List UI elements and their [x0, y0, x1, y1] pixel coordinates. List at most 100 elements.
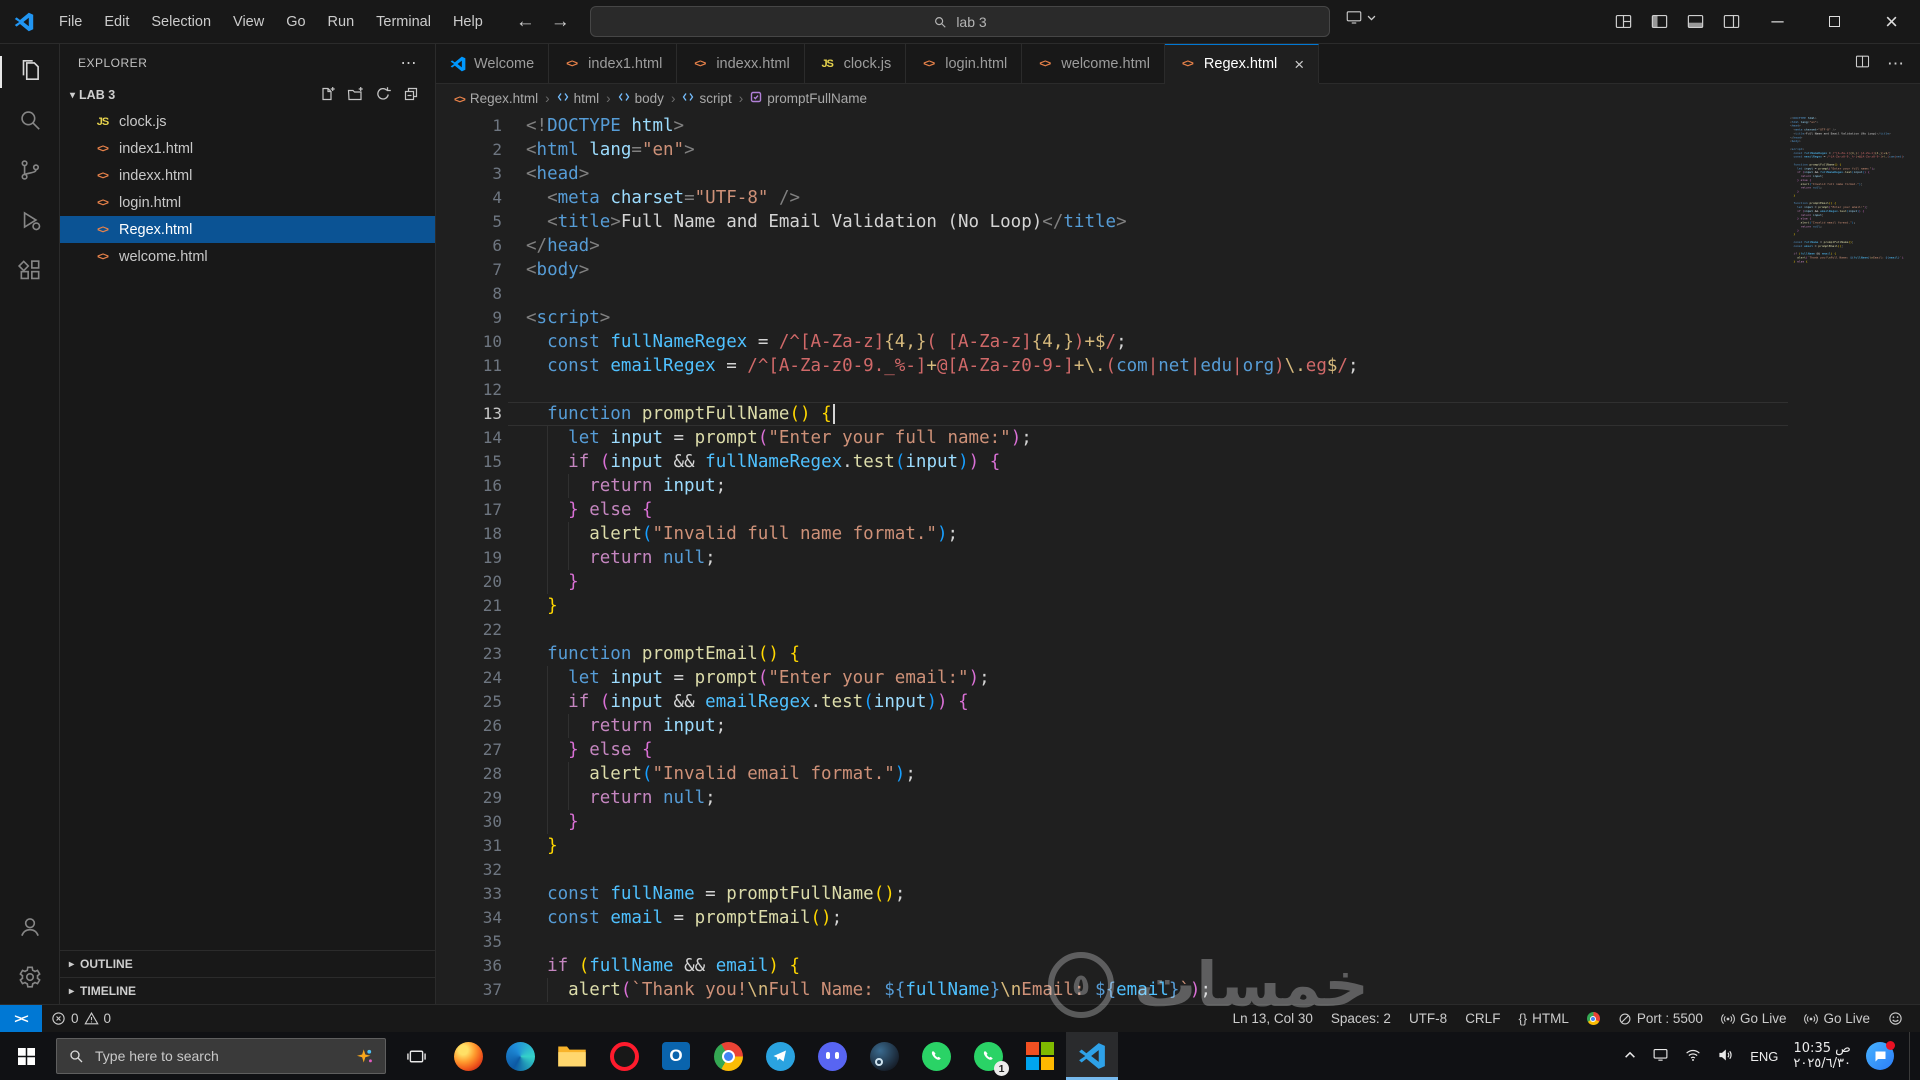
file-item-index1.html[interactable]: <> index1.html	[60, 135, 435, 162]
activitybar-run-and-debug[interactable]	[0, 197, 59, 247]
code-line-32[interactable]: 32	[436, 858, 1788, 882]
status-language-mode[interactable]: {} HTML	[1509, 1005, 1577, 1032]
code-line-38[interactable]: 38 } else {	[436, 1002, 1788, 1004]
refresh-icon[interactable]	[375, 86, 391, 105]
show-desktop-strip[interactable]	[1909, 1032, 1914, 1080]
wifi-icon[interactable]	[1684, 1046, 1702, 1067]
language-indicator[interactable]: ENG	[1750, 1049, 1778, 1064]
workspace-section-header[interactable]: ▾ LAB 3	[60, 82, 435, 108]
toggle-secondary-sidebar-icon[interactable]	[1713, 0, 1749, 43]
activitybar-search[interactable]	[0, 97, 59, 147]
close-button[interactable]: ×	[1863, 0, 1920, 43]
code-line-3[interactable]: 3 <head>	[436, 162, 1788, 186]
menu-file[interactable]: File	[48, 0, 93, 43]
collapse-all-icon[interactable]	[403, 86, 419, 105]
outline-panel-header[interactable]: ▸ OUTLINE	[60, 950, 435, 977]
breadcrumb-item-body[interactable]: body	[618, 91, 664, 106]
status-eol[interactable]: CRLF	[1456, 1005, 1509, 1032]
activitybar-accounts[interactable]	[0, 904, 59, 954]
taskbar-app-telegram[interactable]	[754, 1032, 806, 1080]
status-live-server-port[interactable]: Port : 5500	[1609, 1005, 1712, 1032]
code-line-36[interactable]: 36 if (fullName && email) {	[436, 954, 1788, 978]
taskbar-app-vscode[interactable]	[1066, 1032, 1118, 1080]
menu-terminal[interactable]: Terminal	[365, 0, 442, 43]
customize-layout-icon[interactable]	[1605, 0, 1641, 43]
breadcrumb-item-script[interactable]: script	[682, 91, 732, 106]
menu-selection[interactable]: Selection	[140, 0, 222, 43]
task-view-button[interactable]	[390, 1032, 442, 1080]
volume-icon[interactable]	[1717, 1046, 1735, 1067]
code-line-31[interactable]: 31 }	[436, 834, 1788, 858]
toggle-panel-icon[interactable]	[1677, 0, 1713, 43]
new-folder-icon[interactable]	[347, 86, 363, 105]
code-line-22[interactable]: 22	[436, 618, 1788, 642]
timeline-panel-header[interactable]: ▸ TIMELINE	[60, 977, 435, 1004]
explorer-more-actions-icon[interactable]: ⋯	[401, 53, 418, 73]
code-editor[interactable]: 1 <!DOCTYPE html> 2 <html lang="en"> 3 <head>…	[436, 112, 1920, 1004]
code-line-8[interactable]: 8	[436, 282, 1788, 306]
remote-indicator[interactable]: ><	[0, 1005, 42, 1032]
tab-clock.js[interactable]: JS clock.js	[804, 44, 907, 83]
code-line-34[interactable]: 34 const email = promptEmail();	[436, 906, 1788, 930]
code-line-9[interactable]: 9 <script>	[436, 306, 1788, 330]
split-editor-icon[interactable]	[1854, 53, 1871, 75]
code-line-29[interactable]: 29 return null;	[436, 786, 1788, 810]
code-line-30[interactable]: 30 }	[436, 810, 1788, 834]
code-line-18[interactable]: 18 alert("Invalid full name format.");	[436, 522, 1788, 546]
file-item-login.html[interactable]: <> login.html	[60, 189, 435, 216]
activitybar-extensions[interactable]	[0, 247, 59, 297]
back-arrow-icon[interactable]: ←	[516, 11, 535, 33]
code-line-7[interactable]: 7 <body>	[436, 258, 1788, 282]
maximize-button[interactable]	[1806, 0, 1863, 43]
status-go-live-2[interactable]: Go Live	[1795, 1005, 1879, 1032]
tab-welcome.html[interactable]: <> welcome.html	[1022, 44, 1165, 83]
activitybar-manage[interactable]	[0, 954, 59, 1004]
new-file-icon[interactable]	[319, 86, 335, 105]
code-line-20[interactable]: 20 }	[436, 570, 1788, 594]
more-actions-icon[interactable]: ⋯	[1887, 54, 1904, 74]
status-browser-status[interactable]	[1578, 1005, 1609, 1032]
code-line-27[interactable]: 27 } else {	[436, 738, 1788, 762]
tab-login.html[interactable]: <> login.html	[906, 44, 1023, 83]
code-line-17[interactable]: 17 } else {	[436, 498, 1788, 522]
code-line-35[interactable]: 35	[436, 930, 1788, 954]
code-line-6[interactable]: 6 </head>	[436, 234, 1788, 258]
taskbar-app-discord[interactable]	[806, 1032, 858, 1080]
forward-arrow-icon[interactable]: →	[551, 11, 570, 33]
taskbar-app-microsoft-apps[interactable]	[1014, 1032, 1066, 1080]
tab-indexx.html[interactable]: <> indexx.html	[677, 44, 805, 83]
status-indentation[interactable]: Spaces: 2	[1322, 1005, 1400, 1032]
code-line-24[interactable]: 24 let input = prompt("Enter your email:…	[436, 666, 1788, 690]
minimize-button[interactable]: ─	[1749, 0, 1806, 43]
taskbar-app-firefox[interactable]	[442, 1032, 494, 1080]
code-line-21[interactable]: 21 }	[436, 594, 1788, 618]
status-feedback[interactable]	[1879, 1005, 1912, 1032]
code-line-28[interactable]: 28 alert("Invalid email format.");	[436, 762, 1788, 786]
code-line-33[interactable]: 33 const fullName = promptFullName();	[436, 882, 1788, 906]
menu-edit[interactable]: Edit	[93, 0, 140, 43]
remote-window-indicator[interactable]	[1345, 8, 1377, 26]
code-line-26[interactable]: 26 return input;	[436, 714, 1788, 738]
code-line-10[interactable]: 10 const fullNameRegex = /^[A-Za-z]{4,}(…	[436, 330, 1788, 354]
tab-Welcome[interactable]: Welcome	[436, 44, 550, 83]
breadcrumb-item-promptFullName[interactable]: promptFullName	[750, 91, 867, 106]
code-line-2[interactable]: 2 <html lang="en">	[436, 138, 1788, 162]
close-tab-icon[interactable]: ×	[1294, 56, 1304, 73]
file-item-Regex.html[interactable]: <> Regex.html	[60, 216, 435, 243]
activitybar-source-control[interactable]	[0, 147, 59, 197]
taskbar-app-steam[interactable]	[858, 1032, 910, 1080]
breadcrumb-item-Regex.html[interactable]: <> Regex.html	[454, 91, 538, 106]
code-line-1[interactable]: 1 <!DOCTYPE html>	[436, 114, 1788, 138]
code-line-13[interactable]: 13 function promptFullName() {	[436, 402, 1788, 426]
menu-run[interactable]: Run	[317, 0, 366, 43]
code-line-5[interactable]: 5 <title>Full Name and Email Validation …	[436, 210, 1788, 234]
code-line-25[interactable]: 25 if (input && emailRegex.test(input)) …	[436, 690, 1788, 714]
minimap[interactable]: <!DOCTYPE html> <html lang="en"> <head> <m…	[1790, 116, 1904, 416]
start-button[interactable]	[0, 1032, 52, 1080]
toggle-sidebar-icon[interactable]	[1641, 0, 1677, 43]
taskbar-search-box[interactable]: Type here to search	[56, 1038, 386, 1074]
code-line-16[interactable]: 16 return input;	[436, 474, 1788, 498]
taskbar-app-whatsapp-2[interactable]: 1	[962, 1032, 1014, 1080]
code-line-23[interactable]: 23 function promptEmail() {	[436, 642, 1788, 666]
taskbar-app-edge[interactable]	[494, 1032, 546, 1080]
